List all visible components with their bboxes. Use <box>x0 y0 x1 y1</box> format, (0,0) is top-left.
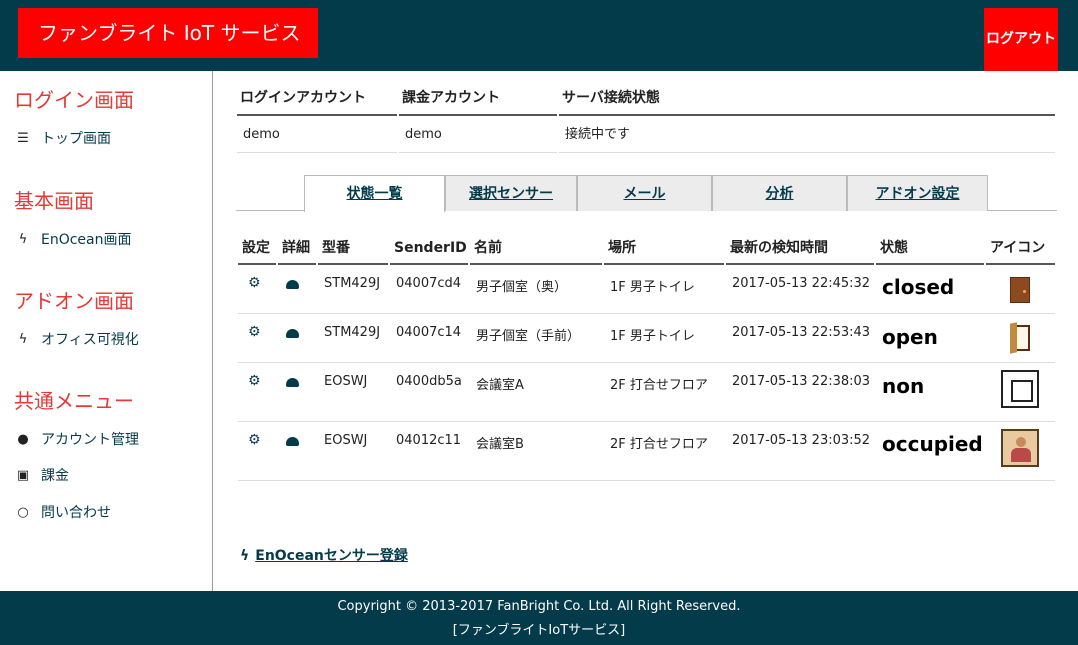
row-sender-id: 04007cd4 <box>396 276 462 291</box>
row-sender-id: 04012c11 <box>396 433 462 448</box>
settings-gear-icon[interactable]: ⚙ <box>242 432 261 448</box>
col-header-last-detected: 最新の検知時間 <box>726 231 874 265</box>
col-header-location: 場所 <box>604 231 724 265</box>
sidebar-item-enocean[interactable]: ϟ EnOcean画面 <box>16 229 132 249</box>
settings-gear-icon[interactable]: ⚙ <box>242 373 261 389</box>
tab-addon-settings[interactable]: アドオン設定 <box>847 175 988 211</box>
room-empty-icon <box>1001 370 1039 408</box>
sidebar-item-label: 課金 <box>41 468 69 484</box>
sensor-register-link[interactable]: ϟ EnOceanセンサー登録 <box>240 545 408 565</box>
row-model: STM429J <box>324 325 381 340</box>
row-model: STM429J <box>324 276 381 291</box>
row-sender-id: 0400db5a <box>396 374 462 389</box>
sidebar-item-label: EnOcean画面 <box>41 232 132 248</box>
footer: Copyright © 2013-2017 FanBright Co. Ltd.… <box>0 591 1078 645</box>
sidebar-item-label: 問い合わせ <box>41 505 111 521</box>
door-closed-icon <box>1010 277 1030 303</box>
row-time: 2017-05-13 23:03:52 <box>732 433 871 448</box>
sidebar-item-label: アカウント管理 <box>41 432 139 448</box>
detail-dashboard-icon[interactable] <box>280 435 299 450</box>
settings-gear-icon[interactable]: ⚙ <box>242 275 261 291</box>
footer-copyright: Copyright © 2013-2017 FanBright Co. Ltd.… <box>337 599 741 614</box>
sidebar-item-account[interactable]: ● アカウント管理 <box>16 429 139 449</box>
detail-dashboard-icon[interactable] <box>280 327 299 342</box>
user-icon: ● <box>17 431 29 447</box>
settings-gear-icon[interactable]: ⚙ <box>242 324 261 340</box>
detail-dashboard-icon[interactable] <box>280 376 299 391</box>
tab-bar: 状態一覧 選択センサー メール 分析 アドオン設定 <box>236 175 1057 212</box>
chat-icon: ○ <box>17 504 29 520</box>
row-name: 会議室A <box>476 378 524 393</box>
col-header-model: 型番 <box>318 231 388 265</box>
col-header-name: 名前 <box>470 231 602 265</box>
sidebar-item-label: オフィス可視化 <box>41 332 139 348</box>
tab-analysis[interactable]: 分析 <box>712 175 847 211</box>
row-status: non <box>882 374 925 398</box>
footer-service-name: [ファンブライトIoTサービス] <box>452 623 626 638</box>
row-status: occupied <box>882 432 983 456</box>
row-name: 会議室B <box>476 437 524 452</box>
row-time: 2017-05-13 22:45:32 <box>732 276 871 291</box>
sensor-register-link-label: EnOceanセンサー登録 <box>255 548 408 564</box>
row-model: EOSWJ <box>324 374 368 389</box>
sidebar-section-addon: アドオン画面 <box>14 289 134 313</box>
account-header-server: サーバ接続状態 <box>559 81 1055 116</box>
row-time: 2017-05-13 22:38:03 <box>732 374 871 389</box>
tab-selected-sensor[interactable]: 選択センサー <box>445 175 577 211</box>
col-header-status: 状態 <box>876 231 984 265</box>
row-status: open <box>882 325 938 349</box>
row-location: 1F 男子トイレ <box>610 280 695 295</box>
account-login-value: demo <box>237 118 397 153</box>
account-header-billing: 課金アカウント <box>399 81 557 116</box>
row-time: 2017-05-13 22:53:43 <box>732 325 871 340</box>
sidebar-item-contact[interactable]: ○ 問い合わせ <box>16 502 111 522</box>
sidebar: ログイン画面 ☰ トップ画面 基本画面 ϟ EnOcean画面 アドオン画面 ϟ… <box>0 71 213 591</box>
col-header-sender-id: SenderID <box>390 231 468 265</box>
menu-icon: ☰ <box>17 130 29 146</box>
tab-mail[interactable]: メール <box>577 175 712 211</box>
sidebar-item-billing[interactable]: ▣ 課金 <box>16 465 69 485</box>
tab-status-list[interactable]: 状態一覧 <box>304 175 445 212</box>
bolt-icon: ϟ <box>18 231 28 247</box>
col-header-icon: アイコン <box>986 231 1055 265</box>
bolt-icon: ϟ <box>18 331 28 347</box>
detail-dashboard-icon[interactable] <box>280 278 299 293</box>
sidebar-item-label: トップ画面 <box>41 131 111 147</box>
server-status-value: 接続中です <box>559 118 1055 153</box>
account-header-login: ログインアカウント <box>237 81 397 116</box>
row-location: 1F 男子トイレ <box>610 329 695 344</box>
sidebar-item-top[interactable]: ☰ トップ画面 <box>16 128 111 148</box>
col-header-settings: 設定 <box>238 231 276 265</box>
sidebar-section-common: 共通メニュー <box>14 389 134 413</box>
brand-logo[interactable]: ファンブライト IoT サービス <box>18 8 318 58</box>
logout-button[interactable]: ログアウト <box>984 8 1058 71</box>
row-location: 2F 打合せフロア <box>610 378 708 393</box>
row-sender-id: 04007c14 <box>396 325 462 340</box>
col-header-detail: 詳細 <box>278 231 316 265</box>
sidebar-section-login: ログイン画面 <box>14 88 134 112</box>
room-occupied-icon <box>1001 429 1039 467</box>
door-open-icon <box>1010 325 1030 351</box>
row-status: closed <box>882 275 955 299</box>
row-name: 男子個室（奥） <box>476 280 568 295</box>
account-billing-value: demo <box>399 118 557 153</box>
money-icon: ▣ <box>16 467 30 483</box>
sidebar-section-basic: 基本画面 <box>14 189 94 213</box>
row-model: EOSWJ <box>324 433 368 448</box>
bolt-icon: ϟ <box>240 548 250 564</box>
app-header: ファンブライト IoT サービス ログアウト <box>0 0 1078 71</box>
row-name: 男子個室（手前） <box>476 329 581 344</box>
sidebar-item-office[interactable]: ϟ オフィス可視化 <box>16 329 139 349</box>
row-location: 2F 打合せフロア <box>610 437 708 452</box>
